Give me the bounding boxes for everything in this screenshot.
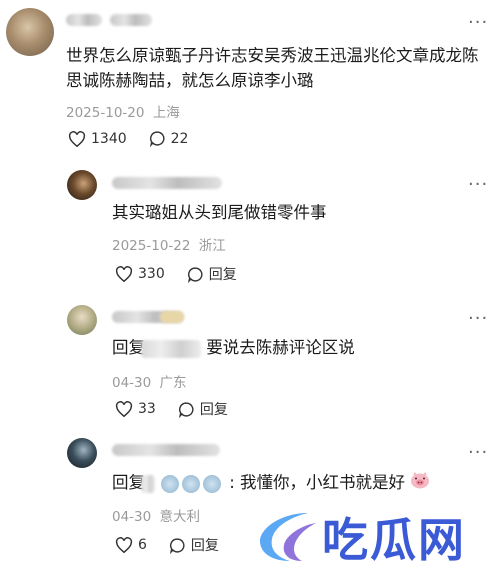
like-button[interactable]: 1340 (68, 131, 127, 147)
heart-outline-icon (68, 130, 86, 147)
reply-button[interactable]: 回复 (178, 399, 228, 419)
comment-location: 意大利 (159, 509, 201, 525)
like-button[interactable]: 330 (115, 266, 165, 282)
comment-meta: 2025-10-22 浙江 (112, 234, 226, 254)
watermark-logo-icon (260, 513, 316, 561)
mentioned-user-blurred[interactable] (141, 339, 201, 358)
reply-content: 回复 要说去陈赫评论区说 (112, 335, 482, 360)
more-options-icon[interactable]: ··· (468, 310, 488, 328)
site-watermark: 吃瓜网 (250, 504, 466, 570)
watermark-text: 吃瓜网 (322, 513, 466, 567)
speech-bubble-icon (178, 401, 194, 418)
user-avatar[interactable] (67, 170, 97, 200)
comment-date: 04-30 (112, 375, 152, 391)
comment-actions: 1340 22 (68, 130, 210, 147)
comment-date: 2025-10-22 (112, 238, 191, 254)
speech-bubble-icon (169, 537, 185, 554)
pig-emoji-icon (410, 471, 430, 496)
reply-count: 22 (170, 130, 189, 147)
comment-meta: 04-30 意大利 (112, 505, 200, 525)
user-avatar[interactable] (67, 305, 97, 335)
more-options-icon[interactable]: ··· (468, 176, 488, 194)
like-button[interactable]: 6 (115, 537, 147, 553)
comment-actions: 330 回复 (115, 264, 259, 284)
like-count: 6 (138, 537, 147, 553)
laughing-emoji-icon (182, 474, 200, 493)
like-count: 1340 (91, 130, 127, 147)
more-options-icon[interactable]: ··· (468, 14, 488, 32)
username-blurred[interactable] (66, 14, 102, 26)
username-blurred[interactable] (112, 444, 220, 456)
comment-text: 其实璐姐从头到尾做错零件事 (112, 203, 327, 222)
comment-location: 浙江 (198, 238, 226, 254)
speech-bubble-icon (149, 131, 165, 147)
comment-date: 2025-10-20 (66, 105, 145, 121)
comment-meta: 2025-10-20 上海 (66, 101, 180, 121)
comment-date: 04-30 (112, 509, 152, 525)
comment-meta: 04-30 广东 (112, 371, 187, 391)
reply-button[interactable]: 回复 (187, 264, 237, 284)
username-blurred-part (160, 311, 184, 323)
reply-content: 回复 : 我懂你，小红书就是好 (112, 470, 482, 496)
comment-location: 上海 (152, 105, 180, 121)
comment-text: : 我懂你，小红书就是好 (229, 473, 406, 492)
mentioned-user-blurred[interactable] (141, 474, 155, 493)
reply-button[interactable]: 回复 (169, 535, 219, 555)
laughing-emoji-icon (203, 474, 221, 493)
laughing-emoji-icon (161, 474, 179, 493)
reply-label: 回复 (190, 538, 219, 554)
like-count: 330 (138, 266, 165, 282)
like-button[interactable]: 33 (115, 401, 156, 417)
more-options-icon[interactable]: ··· (468, 444, 488, 462)
comment-text: 要说去陈赫评论区说 (206, 338, 355, 357)
reply-count-button[interactable]: 22 (149, 130, 189, 147)
comment-actions: 33 回复 (115, 399, 250, 419)
reply-label: 回复 (199, 402, 228, 418)
reply-label: 回复 (208, 267, 237, 283)
heart-outline-icon (115, 537, 133, 553)
username-blurred-part (110, 14, 152, 26)
like-count: 33 (138, 401, 156, 417)
user-avatar[interactable] (67, 438, 97, 468)
heart-outline-icon (115, 266, 133, 282)
user-avatar[interactable] (6, 8, 54, 56)
speech-bubble-icon (187, 266, 203, 283)
comment-actions: 6 回复 (115, 535, 241, 555)
comment-location: 广东 (159, 375, 187, 391)
comment-text: 世界怎么原谅甄子丹许志安吴秀波王迅温兆伦文章成龙陈思诚陈赫陶喆，就怎么原谅李小璐 (66, 46, 479, 90)
username-blurred[interactable] (112, 177, 222, 189)
heart-outline-icon (115, 401, 133, 417)
